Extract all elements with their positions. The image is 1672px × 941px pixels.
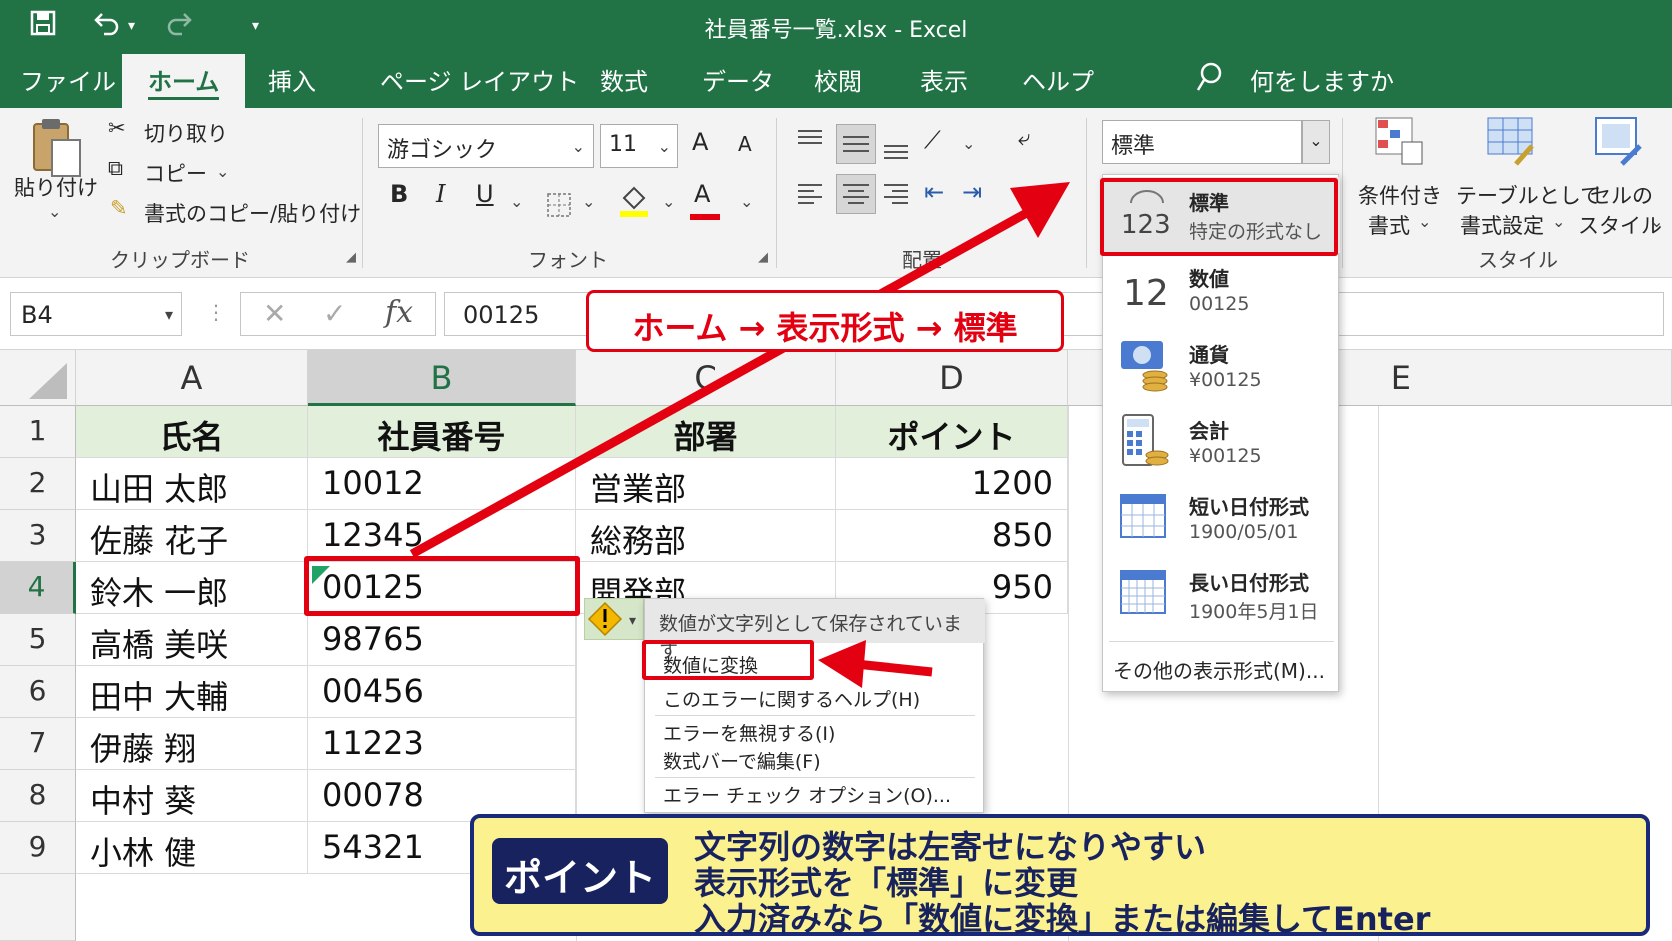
point-callout: ポイント 文字列の数字は左寄せになりやすい 表示形式を「標準」に変更 入力済みな… bbox=[470, 814, 1650, 938]
point-line-3: 入力済みなら「数値に変換」または編集してEnter bbox=[694, 900, 1431, 938]
instruction-callout: ホーム → 表示形式 → 標準 bbox=[586, 290, 1064, 352]
annotation-arrows bbox=[409, 182, 1070, 688]
arrow-to-convert-line bbox=[855, 659, 933, 677]
arrow-to-format-head bbox=[1010, 182, 1070, 238]
arrow-to-convert-head bbox=[818, 640, 866, 688]
arrow-to-format-line bbox=[409, 206, 1035, 558]
point-label: ポイント bbox=[492, 838, 668, 904]
